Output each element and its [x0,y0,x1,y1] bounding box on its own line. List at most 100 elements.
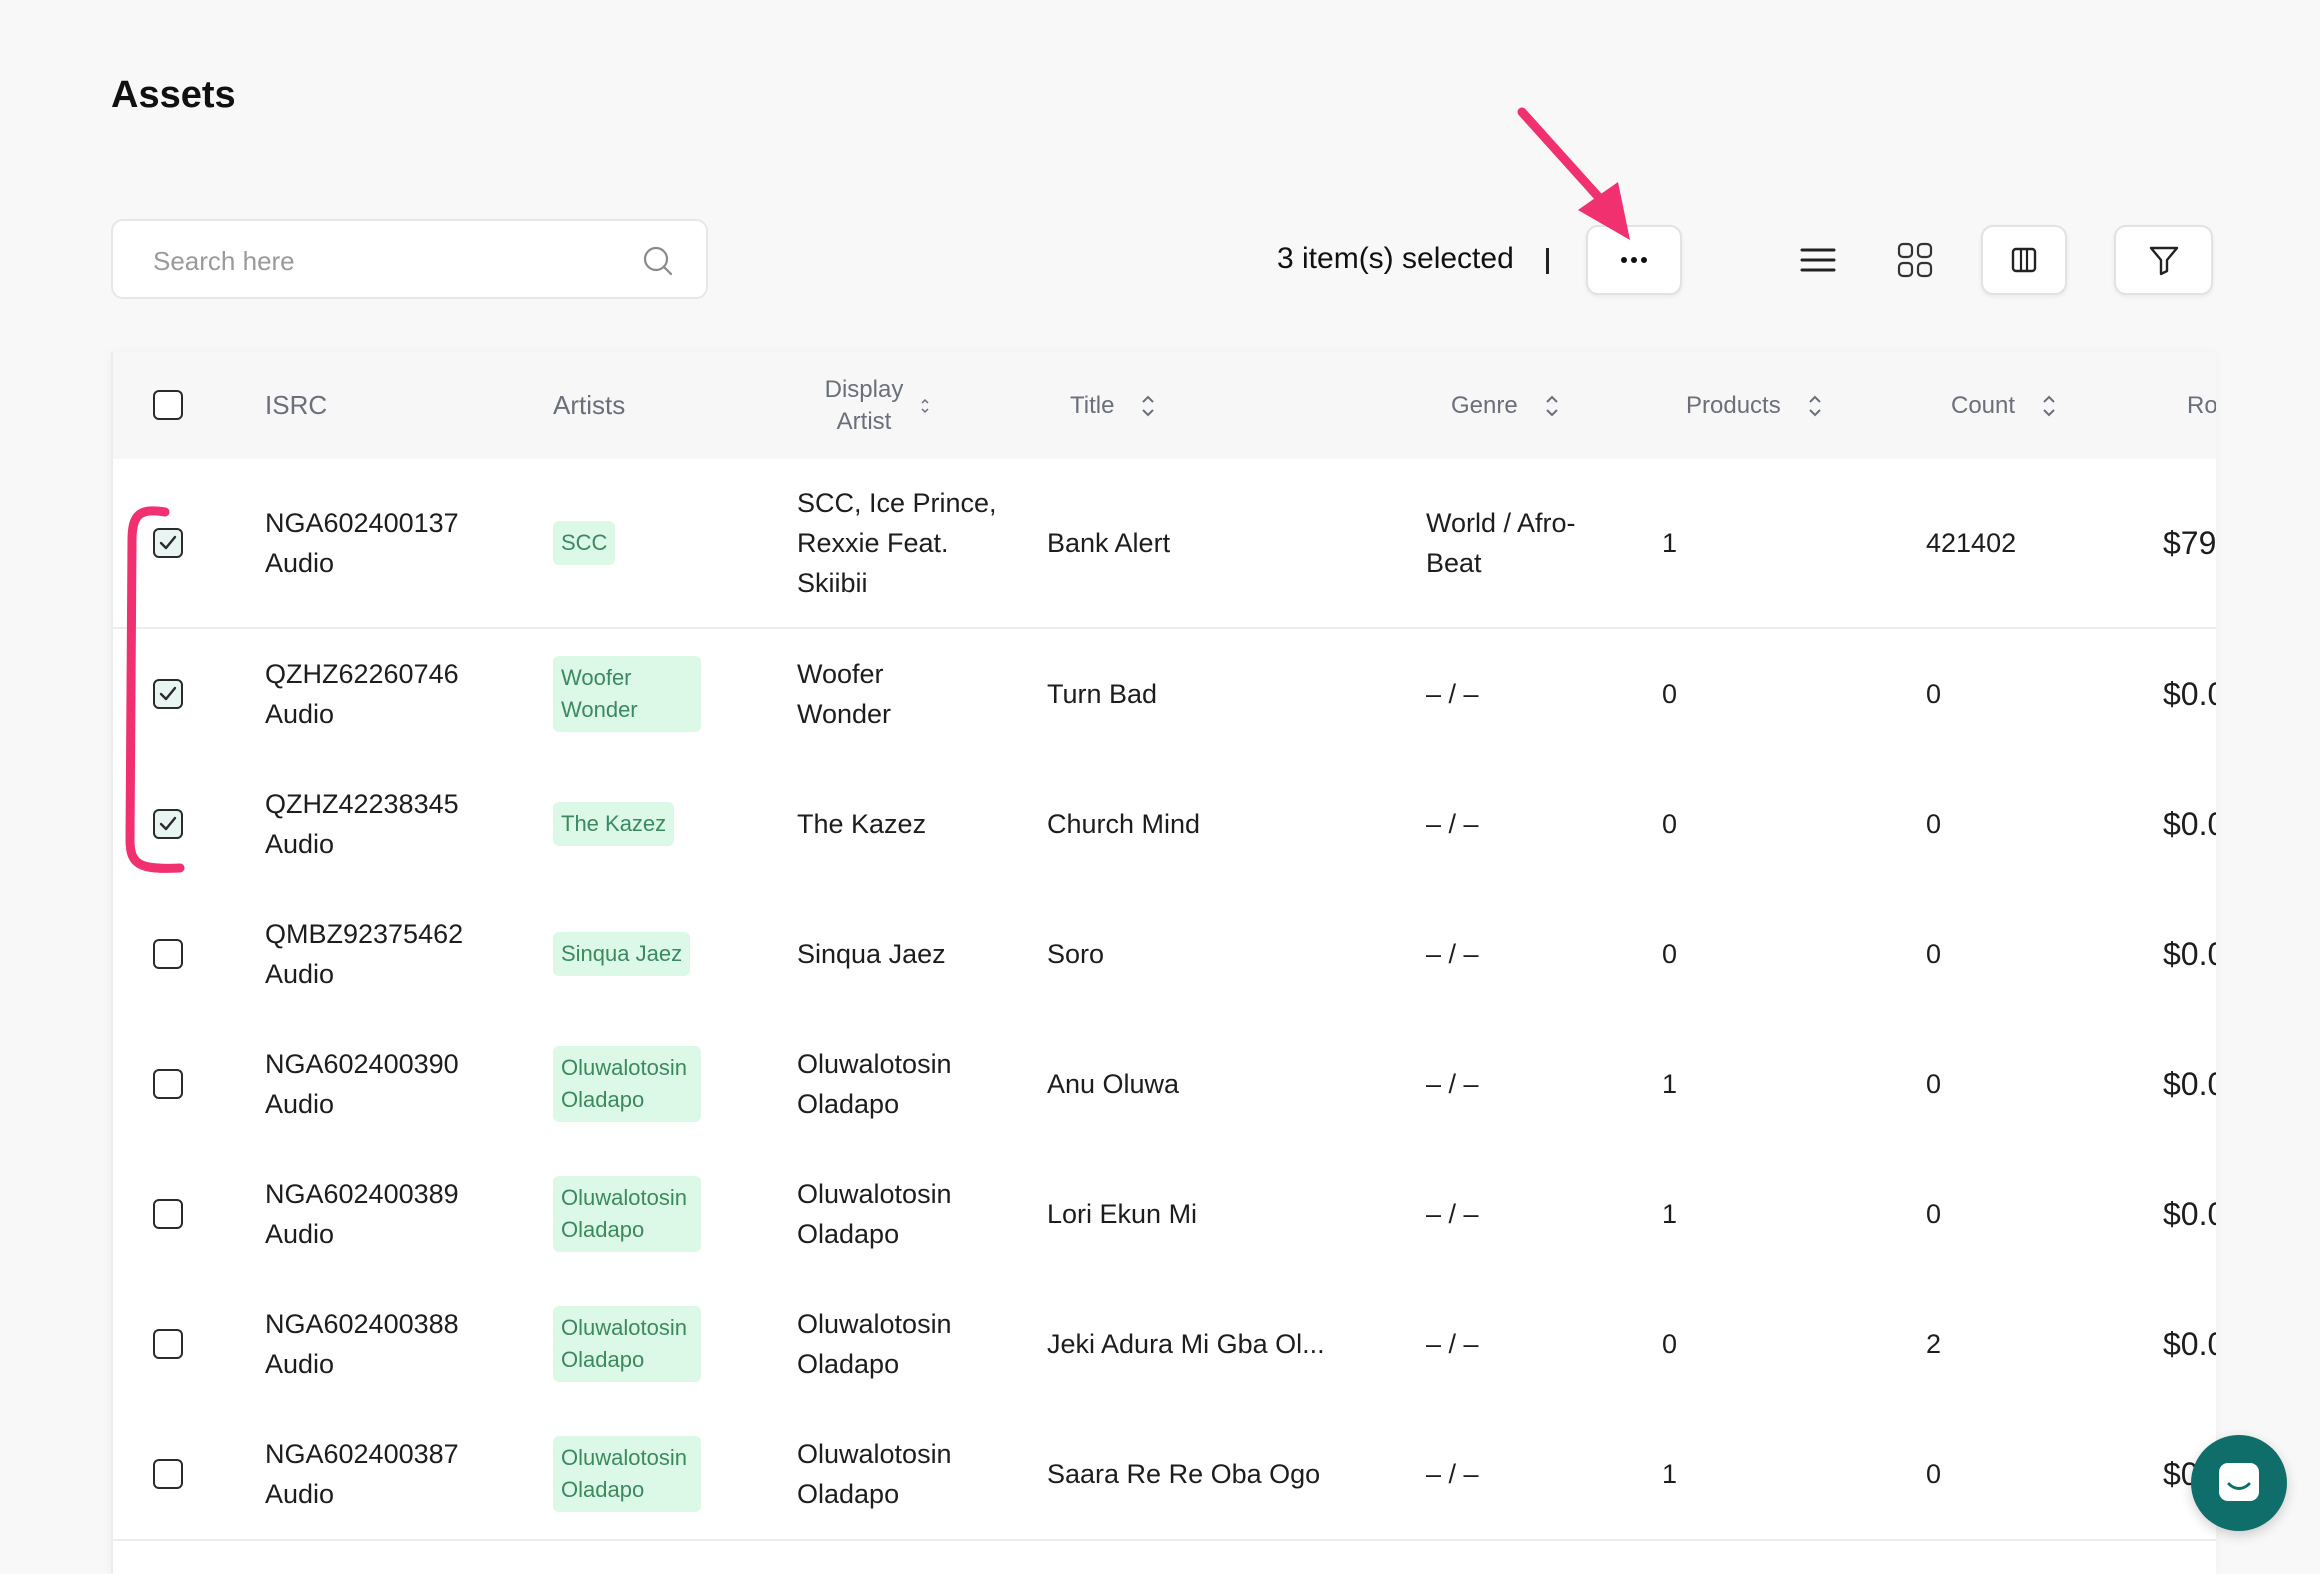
list-view-icon [1800,248,1836,272]
genre-cell: – / – [1426,1329,1479,1359]
isrc-code: NGA602400390 [265,1049,459,1079]
page-title: Assets [111,74,236,116]
artist-cell: Oluwalotosin Oladapo [553,1279,701,1409]
table-row[interactable]: NGA602400387 Audio Oluwalotosin Oladapo … [113,1409,2216,1541]
search-icon[interactable] [640,243,676,279]
row-checkbox[interactable] [153,1069,183,1099]
genre-cell: – / – [1426,939,1479,969]
count-cell: 0 [1926,1069,1942,1099]
count-cell: 2 [1926,1329,1942,1359]
display-artist-cell: The Kazez [797,809,927,839]
isrc-cell: QZHZ42238345 Audio [265,759,459,889]
artist-cell: Oluwalotosin Oladapo [553,1149,701,1279]
count-cell: 0 [1926,679,1942,709]
search-box[interactable] [111,219,708,299]
assets-table: ISRC Artists Display Artist Title Genre … [111,352,2216,1574]
artist-tag[interactable]: Woofer Wonder [553,656,701,732]
title-cell: Soro [1047,939,1105,969]
isrc-cell: NGA602400389 Audio [265,1149,459,1279]
products-cell: 0 [1662,809,1678,839]
select-all-checkbox[interactable] [153,390,183,420]
display-artist-cell: SCC, Ice Prince, Rexxie Feat. Skiibii [797,488,997,598]
table-row[interactable]: NGA602400388 Audio Oluwalotosin Oladapo … [113,1279,2216,1411]
column-header-count[interactable]: Count [1951,352,2057,459]
artist-cell: Oluwalotosin Oladapo [553,1019,701,1149]
table-row[interactable]: NGA602400389 Audio Oluwalotosin Oladapo … [113,1149,2216,1281]
title-cell: Turn Bad [1047,679,1158,709]
genre-cell: – / – [1426,679,1479,709]
column-header-title[interactable]: Title [1070,352,1156,459]
artist-tag[interactable]: Oluwalotosin Oladapo [553,1046,701,1122]
isrc-code: NGA602400389 [265,1179,459,1209]
artist-cell: The Kazez [553,759,675,889]
filter-button[interactable] [2114,225,2213,295]
products-cell: 1 [1662,1459,1678,1489]
column-header-display-artist[interactable]: Display Artist [819,352,931,459]
more-actions-button[interactable] [1586,225,1682,295]
ro-cell: $79 [2163,525,2216,561]
assets-page: Assets 3 item(s) selected [0,0,2320,1574]
row-checkbox[interactable] [153,528,183,558]
artist-tag[interactable]: Sinqua Jaez [553,932,691,976]
sort-icon[interactable] [2041,393,2057,419]
artist-tag[interactable]: Oluwalotosin Oladapo [553,1176,701,1252]
row-checkbox[interactable] [153,1329,183,1359]
list-view-button[interactable] [1787,225,1849,295]
table-row[interactable]: QZHZ62260746 Audio Woofer Wonder Woofer … [113,629,2216,761]
grid-view-icon [1897,242,1933,278]
isrc-code: QMBZ92375462 [265,919,464,949]
ro-cell: $0.0 [2163,1196,2216,1232]
grid-view-button[interactable] [1884,225,1946,295]
ro-cell: $0.0 [2163,676,2216,712]
row-checkbox[interactable] [153,1199,183,1229]
table-header: ISRC Artists Display Artist Title Genre … [113,352,2216,461]
search-input[interactable] [151,239,635,283]
row-checkbox[interactable] [153,1459,183,1489]
products-cell: 1 [1662,1069,1678,1099]
artist-cell: Woofer Wonder [553,629,701,759]
ro-cell: $0.0 [2163,1066,2216,1102]
column-header-products[interactable]: Products [1686,352,1823,459]
column-header-genre[interactable]: Genre [1451,352,1560,459]
table-row[interactable]: NGA602400390 Audio Oluwalotosin Oladapo … [113,1019,2216,1151]
isrc-code: NGA602400387 [265,1439,459,1469]
display-artist-cell: Oluwalotosin Oladapo [797,1049,952,1119]
check-icon [159,535,177,550]
artist-tag[interactable]: Oluwalotosin Oladapo [553,1306,701,1382]
table-row[interactable]: QMBZ92375462 Audio Sinqua Jaez Sinqua Ja… [113,889,2216,1021]
sort-icon[interactable] [1140,393,1156,419]
toolbar-separator [1546,248,1549,274]
row-checkbox[interactable] [153,809,183,839]
row-checkbox[interactable] [153,939,183,969]
count-cell: 0 [1926,809,1942,839]
columns-button[interactable] [1981,225,2067,295]
artist-tag[interactable]: The Kazez [553,802,675,846]
chat-launcher-button[interactable] [2191,1435,2287,1531]
products-cell: 0 [1662,1329,1678,1359]
artist-tag[interactable]: SCC [553,521,616,565]
isrc-cell: NGA602400390 Audio [265,1019,459,1149]
table-row[interactable]: QZHZ42238345 Audio The Kazez The Kazez C… [113,759,2216,891]
sort-icon[interactable] [1807,393,1823,419]
isrc-code: QZHZ42238345 [265,789,459,819]
isrc-cell: QMBZ92375462 Audio [265,889,463,1019]
count-cell: 0 [1926,1459,1942,1489]
display-artist-cell: Oluwalotosin Oladapo [797,1179,952,1249]
column-header-artists: Artists [553,390,626,420]
artist-tag[interactable]: Oluwalotosin Oladapo [553,1436,701,1512]
asset-type: Audio [265,1349,335,1379]
row-checkbox[interactable] [153,679,183,709]
more-horizontal-icon [1621,257,1647,263]
table-row[interactable]: NGA602400137 Audio SCC SCC, Ice Prince, … [113,459,2216,629]
title-cell: Bank Alert [1047,528,1171,558]
asset-type: Audio [265,829,335,859]
isrc-cell: QZHZ62260746 Audio [265,629,459,759]
sort-icon[interactable] [1544,393,1560,419]
column-header-isrc: ISRC [265,390,328,420]
chat-icon [2219,1463,2259,1501]
title-cell: Jeki Adura Mi Gba Ol... [1047,1329,1325,1359]
display-artist-cell: Oluwalotosin Oladapo [797,1309,952,1379]
title-cell: Lori Ekun Mi [1047,1199,1198,1229]
asset-type: Audio [265,548,335,578]
sort-icon[interactable] [919,393,931,419]
